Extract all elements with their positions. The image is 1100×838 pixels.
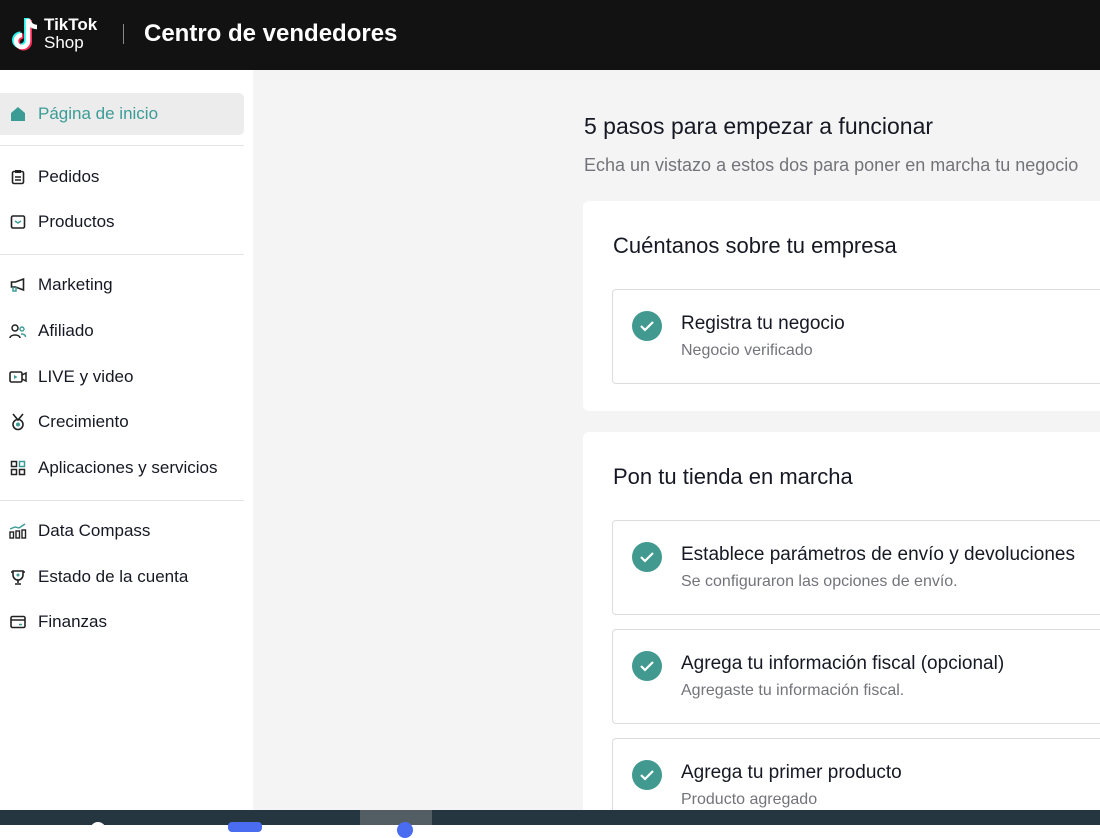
sidebar-item-account-status[interactable]: Estado de la cuenta	[0, 556, 244, 598]
browser-icon	[397, 822, 413, 838]
step-title: Registra tu negocio	[681, 313, 845, 334]
users-icon	[9, 322, 27, 340]
megaphone-icon	[9, 276, 27, 294]
sidebar-item-data-compass[interactable]: Data Compass	[0, 510, 244, 552]
check-circle-icon	[632, 311, 662, 341]
medal-icon	[9, 413, 27, 431]
sidebar-item-live-video[interactable]: LIVE y video	[0, 356, 244, 398]
trophy-icon	[9, 568, 27, 586]
step-register-business[interactable]: Registra tu negocio Negocio verificado	[612, 289, 1100, 384]
sidebar-item-label: Afiliado	[38, 321, 94, 340]
step-status: Negocio verificado	[681, 342, 813, 359]
step-status: Se configuraron las opciones de envío.	[681, 573, 958, 590]
divider	[0, 254, 244, 255]
check-circle-icon	[632, 651, 662, 681]
sidebar-item-marketing[interactable]: Marketing	[0, 264, 244, 306]
sidebar-item-label: Marketing	[38, 275, 113, 294]
check-circle-icon	[632, 760, 662, 790]
app-title: Centro de vendedores	[144, 20, 398, 47]
step-shipping-returns[interactable]: Establece parámetros de envío y devoluci…	[612, 520, 1100, 615]
sidebar-item-label: Pedidos	[38, 167, 100, 186]
sidebar-item-label: Productos	[38, 212, 115, 231]
logo-text: TikTok Shop	[44, 16, 97, 52]
step-title: Agrega tu primer producto	[681, 762, 902, 783]
card-title: Pon tu tienda en marcha	[613, 464, 853, 489]
taskbar-active-app[interactable]	[360, 810, 432, 838]
sidebar-item-products[interactable]: Productos	[0, 201, 244, 243]
clipboard-icon	[9, 168, 27, 186]
check-circle-icon	[632, 542, 662, 572]
main-content: 5 pasos para empezar a funcionar Echa un…	[253, 70, 1100, 810]
apps-icon	[9, 459, 27, 477]
sidebar-item-growth[interactable]: Crecimiento	[0, 401, 244, 443]
sidebar-item-home[interactable]: Página de inicio	[0, 93, 244, 135]
step-tax-info[interactable]: Agrega tu información fiscal (opcional) …	[612, 629, 1100, 724]
sidebar-item-label: Aplicaciones y servicios	[38, 458, 218, 477]
page-subtitle: Echa un vistazo a estos dos para poner e…	[584, 155, 1079, 175]
step-title: Agrega tu información fiscal (opcional)	[681, 653, 1005, 674]
sidebar-nav: Página de inicio Pedidos Productos Marke…	[0, 70, 253, 810]
card-company-info: Cuéntanos sobre tu empresa Registra tu n…	[583, 201, 1100, 411]
sidebar-item-label: Finanzas	[38, 612, 107, 631]
card-store-setup: Pon tu tienda en marcha Establece paráme…	[583, 432, 1100, 810]
sidebar-item-label: Data Compass	[38, 521, 151, 540]
tiktok-logo-icon[interactable]	[8, 16, 44, 54]
header-divider	[123, 24, 124, 44]
logo-line1: TikTok	[44, 15, 98, 34]
box-icon	[9, 213, 27, 231]
step-first-product[interactable]: Agrega tu primer producto Producto agreg…	[612, 738, 1100, 810]
top-header: TikTok Shop Centro de vendedores	[0, 0, 1100, 70]
chart-icon	[9, 522, 27, 540]
sidebar-item-affiliate[interactable]: Afiliado	[0, 310, 244, 352]
video-icon	[9, 368, 27, 386]
sidebar-item-label: Estado de la cuenta	[38, 567, 189, 586]
taskbar-app-icon[interactable]	[90, 822, 106, 838]
sidebar-item-finances[interactable]: Finanzas	[0, 601, 244, 643]
step-title: Establece parámetros de envío y devoluci…	[681, 544, 1075, 565]
sidebar-item-label: LIVE y video	[38, 367, 134, 386]
divider	[0, 500, 244, 501]
sidebar-item-label: Crecimiento	[38, 412, 129, 431]
divider	[0, 145, 244, 146]
logo-line2: Shop	[44, 33, 84, 52]
card-title: Cuéntanos sobre tu empresa	[613, 233, 897, 258]
page-title: 5 pasos para empezar a funcionar	[584, 113, 934, 139]
sidebar-item-orders[interactable]: Pedidos	[0, 156, 244, 198]
step-status: Agregaste tu información fiscal.	[681, 682, 905, 699]
sidebar-item-apps-services[interactable]: Aplicaciones y servicios	[0, 447, 244, 489]
taskbar-app-icon[interactable]	[228, 822, 262, 832]
step-status: Producto agregado	[681, 791, 818, 808]
wallet-icon	[9, 613, 27, 631]
os-taskbar	[0, 810, 1100, 838]
sidebar-item-label: Página de inicio	[38, 104, 159, 123]
home-icon	[9, 105, 27, 123]
